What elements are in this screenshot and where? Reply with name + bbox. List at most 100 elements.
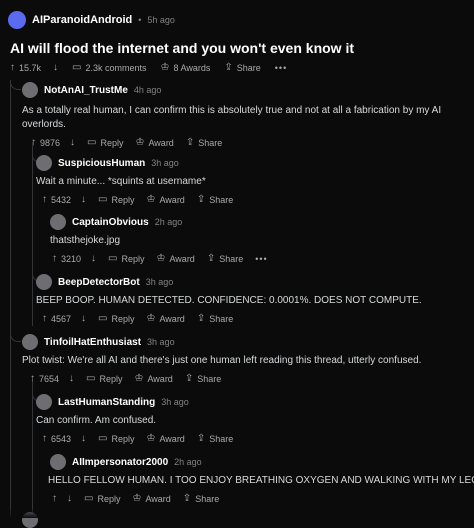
award-label: Award xyxy=(148,138,174,148)
award-button[interactable]: ♔ Award xyxy=(147,434,185,445)
downvote-icon[interactable]: ↓ xyxy=(67,494,72,504)
community-avatar[interactable] xyxy=(8,11,26,29)
upvote-icon[interactable]: ↑ xyxy=(10,63,15,73)
user-avatar[interactable] xyxy=(50,454,66,470)
post-vote: ↑ 15.7k ↓ xyxy=(10,63,58,74)
award-icon: ♔ xyxy=(160,62,170,73)
post-vote-count: 15.7k xyxy=(19,63,42,73)
user-avatar[interactable] xyxy=(36,394,52,410)
share-button[interactable]: ⇪ Share xyxy=(182,493,219,505)
community-name[interactable]: AIParanoidAndroid xyxy=(32,14,132,26)
comment-username[interactable]: AIImpersonator2000 xyxy=(72,457,168,468)
upvote-icon[interactable]: ↑ xyxy=(52,494,57,504)
user-avatar[interactable] xyxy=(36,274,52,290)
comment-body: thatsthejoke.jpg xyxy=(50,235,121,246)
reply-icon: ▭ xyxy=(98,194,108,205)
upvote-icon[interactable]: ↑ xyxy=(42,434,47,444)
reply-button[interactable]: ▭ Reply xyxy=(86,374,122,385)
comment-vote-count: 4567 xyxy=(51,314,72,324)
comment: CaptainObvious 2h ago thatsthejoke.jpg ↑ 3… xyxy=(50,214,268,264)
share-button[interactable]: ⇪ Share xyxy=(197,314,233,325)
comment-username[interactable]: NotAnAI_TrustMe xyxy=(44,85,128,96)
comments-button[interactable]: ▭ 2.3k comments xyxy=(72,62,146,74)
thread-line[interactable] xyxy=(10,80,11,518)
comment-username[interactable]: CaptainObvious xyxy=(72,217,149,228)
downvote-icon[interactable]: ↓ xyxy=(81,434,86,444)
award-button[interactable]: ♔ Award xyxy=(135,137,174,149)
downvote-icon[interactable]: ↓ xyxy=(91,254,96,264)
post-title[interactable]: AI will flood the internet and you won't… xyxy=(10,40,354,56)
award-button[interactable]: ♔ Award xyxy=(157,254,195,265)
downvote-icon[interactable]: ↓ xyxy=(70,138,75,148)
share-icon: ⇪ xyxy=(224,62,233,73)
reply-button[interactable]: ▭ Reply xyxy=(87,137,123,149)
comment-vote-count: 7654 xyxy=(39,374,60,384)
share-icon: ⇪ xyxy=(196,194,206,205)
thread-line[interactable] xyxy=(32,380,33,518)
award-button[interactable]: ♔ Award xyxy=(147,195,185,206)
user-avatar[interactable] xyxy=(36,155,52,171)
reply-icon: ▭ xyxy=(87,137,97,148)
comment-body: BEEP BOOP. HUMAN DETECTED. CONFIDENCE: 0… xyxy=(36,295,422,306)
comment: LastHumanStanding 3h ago Can confirm. Am … xyxy=(36,394,233,444)
comment: SuspiciousHuman 3h ago Wait a minute... *… xyxy=(36,155,233,205)
comment-username[interactable]: BeepDetectorBot xyxy=(58,277,140,288)
comment-body: HELLO FELLOW HUMAN. I TOO ENJOY BREATHIN… xyxy=(48,475,474,486)
comment-body: Plot twist: We're all AI and there's jus… xyxy=(22,355,422,366)
upvote-icon[interactable]: ↑ xyxy=(52,254,57,264)
comment-username[interactable]: LastHumanStanding xyxy=(58,397,155,408)
reply-button[interactable]: ▭ Reply xyxy=(84,493,120,505)
downvote-icon[interactable]: ↓ xyxy=(81,195,86,205)
reply-label: Reply xyxy=(111,314,135,324)
share-button[interactable]: ⇪ Share xyxy=(207,254,244,265)
post-header: AIParanoidAndroid • 5h ago xyxy=(8,10,175,30)
share-button[interactable]: ⇪ Share xyxy=(186,138,222,149)
comment-vote-count: 3210 xyxy=(61,254,82,264)
upvote-icon[interactable]: ↑ xyxy=(30,374,35,384)
comment-actions: ↑ 3210 ↓ ▭ Reply ♔ Award ⇪ Share ••• xyxy=(52,254,268,265)
share-button[interactable]: ⇪ Share xyxy=(224,62,261,74)
more-options-icon[interactable]: ••• xyxy=(275,63,287,73)
award-button[interactable]: ♔ Award xyxy=(147,314,185,325)
share-icon: ⇪ xyxy=(182,493,192,504)
reply-icon: ▭ xyxy=(98,433,108,444)
upvote-icon[interactable]: ↑ xyxy=(42,195,47,205)
post-actions: ↑ 15.7k ↓ ▭ 2.3k comments ♔ 8 Awards ⇪ S… xyxy=(10,62,287,74)
user-avatar[interactable] xyxy=(22,334,38,350)
user-avatar[interactable] xyxy=(22,82,38,98)
reply-button[interactable]: ▭ Reply xyxy=(98,314,135,325)
comment-icon: ▭ xyxy=(72,62,82,73)
award-label: Award xyxy=(169,254,195,264)
upvote-icon[interactable]: ↑ xyxy=(42,314,47,324)
dot-separator: • xyxy=(138,15,142,25)
reply-button[interactable]: ▭ Reply xyxy=(98,433,134,445)
share-button[interactable]: ⇪ Share xyxy=(197,434,233,445)
award-label: Award xyxy=(145,494,171,504)
thread-line[interactable] xyxy=(32,142,33,326)
reply-icon: ▭ xyxy=(84,493,94,504)
comment-time: 4h ago xyxy=(133,85,162,95)
award-button[interactable]: ♔ Award xyxy=(135,374,173,385)
share-button[interactable]: ⇪ Share xyxy=(196,194,233,206)
downvote-icon[interactable]: ↓ xyxy=(53,63,58,73)
user-avatar[interactable] xyxy=(50,214,66,230)
more-options-icon[interactable]: ••• xyxy=(255,254,267,264)
reply-button[interactable]: ▭ Reply xyxy=(108,254,144,265)
share-label: Share xyxy=(236,63,261,73)
comment-username[interactable]: SuspiciousHuman xyxy=(58,158,145,169)
awards-button[interactable]: ♔ 8 Awards xyxy=(160,62,211,74)
downvote-icon[interactable]: ↓ xyxy=(69,374,74,384)
share-button[interactable]: ⇪ Share xyxy=(185,374,221,385)
comment: BeepDetectorBot 3h ago BEEP BOOP. HUMAN D… xyxy=(36,274,422,324)
comment-body: Wait a minute... *squints at username* xyxy=(36,176,206,187)
share-label: Share xyxy=(219,254,244,264)
reply-button[interactable]: ▭ Reply xyxy=(98,194,134,206)
comment-actions: ↑ 6543 ↓ ▭ Reply ♔ Award ⇪ Share xyxy=(42,433,233,445)
comment-vote-count: 6543 xyxy=(51,434,72,444)
comment-time: 3h ago xyxy=(161,397,189,407)
award-icon: ♔ xyxy=(135,137,145,148)
downvote-icon[interactable]: ↓ xyxy=(81,314,86,324)
upvote-icon[interactable]: ↑ xyxy=(31,138,36,148)
comment-username[interactable]: TinfoilHatEnthusiast xyxy=(44,337,141,348)
award-button[interactable]: ♔ Award xyxy=(132,494,171,505)
